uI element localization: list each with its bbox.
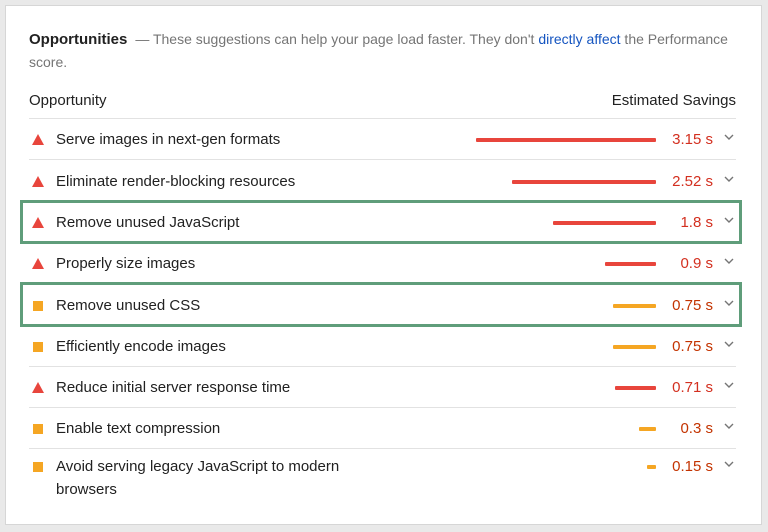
savings-value: 0.15 s <box>672 458 713 475</box>
chevron-down-icon[interactable] <box>722 298 736 310</box>
savings-value: 3.15 s <box>672 131 713 148</box>
orange-square-icon <box>33 301 43 311</box>
opportunities-card: Opportunities — These suggestions can hel… <box>5 5 762 525</box>
opportunity-row[interactable]: Avoid serving legacy JavaScript to moder… <box>29 448 736 512</box>
savings-value: 1.8 s <box>680 214 713 231</box>
opportunity-row[interactable]: Properly size images 0.9 s <box>29 242 736 283</box>
chevron-down-icon[interactable] <box>722 380 736 392</box>
orange-square-icon <box>33 424 43 434</box>
savings-bar <box>553 221 656 225</box>
opportunity-label: Serve images in next-gen formats <box>56 131 281 148</box>
column-headers: Opportunity Estimated Savings <box>29 89 736 113</box>
chevron-down-icon[interactable] <box>722 174 736 186</box>
section-title: Opportunities <box>29 31 128 48</box>
chevron-down-icon[interactable] <box>722 421 736 433</box>
opportunity-row[interactable]: Reduce initial server response time 0.71 … <box>29 366 736 407</box>
warning-triangle-icon <box>32 176 44 187</box>
warning-triangle-icon <box>32 134 44 145</box>
savings-bar <box>512 180 656 184</box>
opportunity-label: Avoid serving legacy JavaScript to moder… <box>56 458 340 498</box>
orange-square-icon <box>33 342 43 352</box>
opportunity-label: Remove unused CSS <box>56 297 201 314</box>
opportunity-row[interactable]: Serve images in next-gen formats 3.15 s <box>29 118 736 159</box>
opportunities-header: Opportunities — These suggestions can hel… <box>29 28 729 74</box>
opportunity-label: Reduce initial server response time <box>56 379 291 396</box>
opportunity-row[interactable]: Enable text compression 0.3 s <box>29 407 736 448</box>
estimated-savings-column-header: Estimated Savings <box>611 92 736 109</box>
opportunity-label: Eliminate render-blocking resources <box>56 173 296 190</box>
opportunity-label: Enable text compression <box>56 420 221 437</box>
opportunity-label: Remove unused JavaScript <box>56 214 240 231</box>
savings-value: 0.75 s <box>672 338 713 355</box>
chevron-down-icon[interactable] <box>722 459 736 471</box>
opportunity-row[interactable]: Efficiently encode images 0.75 s <box>29 325 736 366</box>
savings-bar <box>613 345 656 349</box>
savings-value: 2.52 s <box>672 173 713 190</box>
savings-bar <box>615 386 656 390</box>
chevron-down-icon[interactable] <box>722 339 736 351</box>
orange-square-icon <box>33 462 43 472</box>
savings-value: 0.75 s <box>672 297 713 314</box>
opportunity-row[interactable]: Remove unused JavaScript 1.8 s <box>29 201 736 242</box>
chevron-down-icon[interactable] <box>722 215 736 227</box>
savings-bar <box>476 138 656 142</box>
opportunity-row[interactable]: Remove unused CSS 0.75 s <box>29 283 736 325</box>
section-description: — These suggestions can help your page l… <box>135 31 539 47</box>
warning-triangle-icon <box>32 217 44 228</box>
opportunity-label: Efficiently encode images <box>56 338 226 355</box>
opportunity-row[interactable]: Eliminate render-blocking resources 2.52 … <box>29 159 736 201</box>
savings-value: 0.3 s <box>680 420 713 437</box>
opportunity-list: Serve images in next-gen formats 3.15 s El… <box>29 118 736 512</box>
opportunity-label: Properly size images <box>56 255 196 272</box>
warning-triangle-icon <box>32 382 44 393</box>
warning-triangle-icon <box>32 258 44 269</box>
chevron-down-icon[interactable] <box>722 256 736 268</box>
savings-value: 0.71 s <box>672 379 713 396</box>
savings-bar <box>605 262 656 266</box>
directly-affect-link[interactable]: directly affect <box>538 31 620 47</box>
opportunity-column-header: Opportunity <box>29 92 107 109</box>
savings-value: 0.9 s <box>680 255 713 272</box>
savings-bar <box>613 304 656 308</box>
chevron-down-icon[interactable] <box>722 132 736 144</box>
